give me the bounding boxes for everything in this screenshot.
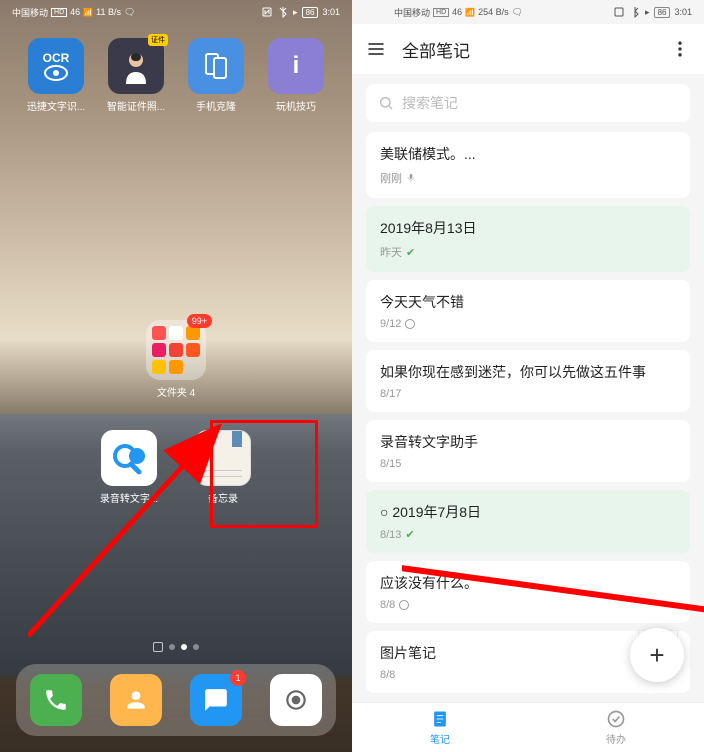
app-phone-clone[interactable]: 手机克隆 <box>181 38 251 113</box>
notes-list: 美联储模式。... 刚刚 2019年8月13日昨天 ✔ 今天天气不错 9/12 如果你… <box>352 132 704 693</box>
nfc-icon <box>613 6 625 18</box>
header-title: 全部笔记 <box>402 37 670 62</box>
highlight-memo-app <box>210 420 318 528</box>
tab-todo[interactable]: 待办 <box>528 703 704 752</box>
phone-notes-app: 中国移动 HD 46 📶 254 B/s 🗨 ▸ 86 3:01 全部笔记 搜索… <box>352 0 704 752</box>
note-title: 今天天气不错 <box>380 292 676 312</box>
search-icon <box>378 95 394 111</box>
more-icon[interactable] <box>670 39 690 59</box>
note-meta: 昨天 ✔ <box>380 244 676 260</box>
note-title: ○ 2019年7月8日 <box>380 502 676 522</box>
menu-icon[interactable] <box>366 39 386 59</box>
nfc-icon <box>261 6 273 18</box>
todo-tab-icon <box>606 709 626 729</box>
note-meta: 9/12 <box>380 318 676 330</box>
hd-badge: HD <box>51 8 67 17</box>
note-item[interactable]: ○ 2019年7月8日 8/13 ✔ <box>366 490 690 553</box>
bottom-tabs: 笔记 待办 <box>352 702 704 752</box>
search-input[interactable]: 搜索笔记 <box>366 84 690 122</box>
note-meta: 8/17 <box>380 388 676 400</box>
notes-tab-icon <box>430 709 450 729</box>
note-meta: 刚刚 <box>380 170 676 186</box>
phone-home-screen: 中国移动 HD 46 📶 11 B/s 🗨 ▸ 86 3:01 OCR 迅捷文字… <box>0 0 352 752</box>
app-ocr[interactable]: OCR 迅捷文字识... <box>21 38 91 113</box>
status-bar-right: 中国移动 HD 46 📶 254 B/s 🗨 ▸ 86 3:01 <box>352 0 704 24</box>
dock-camera[interactable] <box>270 674 322 726</box>
note-item[interactable]: 2019年8月13日昨天 ✔ <box>366 206 690 272</box>
app-voice-to-text[interactable]: 录音转文字... <box>94 430 164 505</box>
folder-badge: 99+ <box>187 314 212 328</box>
signal-label: 46 <box>70 7 80 17</box>
note-title: 2019年8月13日 <box>380 218 676 238</box>
note-meta: 8/15 <box>380 458 676 470</box>
note-title: 如果你现在感到迷茫，你可以先做这五件事 <box>380 362 676 382</box>
battery-label: 86 <box>302 7 319 18</box>
page-indicator <box>153 644 199 652</box>
speed-label: 11 B/s <box>96 7 121 17</box>
app-header: 全部笔记 <box>352 24 704 74</box>
dock-contacts[interactable] <box>110 674 162 726</box>
dock-messages[interactable]: 1 <box>190 674 242 726</box>
note-meta: 8/8 <box>380 599 676 611</box>
app-folder[interactable]: 99+ 文件夹 4 <box>146 320 206 399</box>
app-tips[interactable]: i 玩机技巧 <box>261 38 331 113</box>
messages-badge: 1 <box>230 670 246 686</box>
time-label: 3:01 <box>322 7 340 17</box>
note-item[interactable]: 录音转文字助手 8/15 <box>366 420 690 482</box>
tab-notes[interactable]: 笔记 <box>352 703 528 752</box>
note-item[interactable]: 如果你现在感到迷茫，你可以先做这五件事 8/17 <box>366 350 690 412</box>
note-title: 美联储模式。... <box>380 144 676 164</box>
note-item[interactable]: 应该没有什么。 8/8 <box>366 561 690 623</box>
dock: 1 <box>16 664 336 736</box>
note-item[interactable]: 今天天气不错 9/12 <box>366 280 690 342</box>
add-note-button[interactable]: + <box>630 628 684 682</box>
note-title: 应该没有什么。 <box>380 573 676 593</box>
note-item[interactable]: 美联储模式。... 刚刚 <box>366 132 690 198</box>
app-id-photo[interactable]: 证件 智能证件照... <box>101 38 171 113</box>
dock-phone[interactable] <box>30 674 82 726</box>
carrier-label: 中国移动 <box>12 6 48 19</box>
status-bar: 中国移动 HD 46 📶 11 B/s 🗨 ▸ 86 3:01 <box>0 0 352 24</box>
bluetooth-icon <box>629 6 641 18</box>
note-title: 录音转文字助手 <box>380 432 676 452</box>
bluetooth-icon <box>277 6 289 18</box>
app-row-top: OCR 迅捷文字识... 证件 智能证件照... 手机克隆 i 玩机技巧 <box>0 38 352 113</box>
note-meta: 8/8 <box>380 669 676 681</box>
note-meta: 8/13 ✔ <box>380 528 676 541</box>
